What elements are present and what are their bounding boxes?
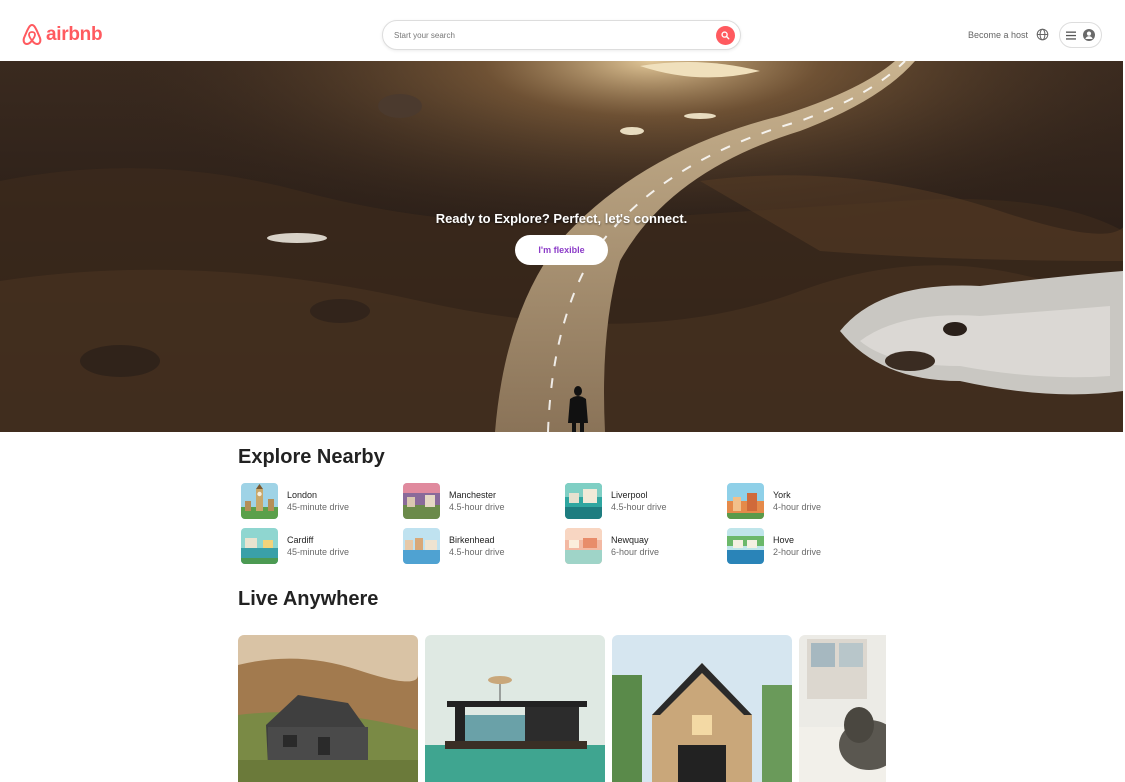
nearby-drive: 45-minute drive — [287, 546, 350, 557]
live-anywhere-heading: Live Anywhere — [238, 588, 379, 610]
menu-icon — [1066, 31, 1076, 40]
nearby-name: London — [287, 489, 318, 500]
nearby-item-liverpool[interactable]: Liverpool 4.5-hour drive — [565, 483, 725, 519]
nearby-name: Cardiff — [287, 534, 314, 545]
become-host-link[interactable]: Become a host — [968, 30, 1028, 40]
york-thumbnail — [727, 483, 764, 519]
nearby-drive: 4.5-hour drive — [611, 501, 667, 512]
floating-house-image — [425, 635, 605, 782]
london-thumbnail — [241, 483, 278, 519]
search-button[interactable] — [716, 26, 735, 45]
nearby-item-york[interactable]: York 4-hour drive — [727, 483, 887, 519]
live-anywhere-card-entire-homes[interactable] — [612, 635, 792, 782]
live-anywhere-carousel — [238, 635, 886, 782]
live-anywhere-card-unique-stays[interactable] — [425, 635, 605, 782]
nearby-drive: 45-minute drive — [287, 501, 350, 512]
hove-thumbnail — [727, 528, 764, 564]
user-avatar-icon — [1083, 29, 1095, 41]
nearby-name: Birkenhead — [449, 534, 495, 545]
cabin-hillside-image — [238, 635, 418, 782]
nearby-name: Newquay — [611, 534, 649, 545]
nearby-name: York — [773, 489, 791, 500]
airbnb-logo[interactable]: airbnb — [21, 23, 103, 46]
nearby-drive: 4.5-hour drive — [449, 546, 505, 557]
nearby-item-manchester[interactable]: Manchester 4.5-hour drive — [403, 483, 563, 519]
nearby-item-birkenhead[interactable]: Birkenhead 4.5-hour drive — [403, 528, 563, 564]
live-anywhere-card-pets-allowed[interactable] — [799, 635, 886, 782]
nearby-item-newquay[interactable]: Newquay 6-hour drive — [565, 528, 725, 564]
manchester-thumbnail — [403, 483, 440, 519]
pet-on-bed-image — [799, 635, 886, 782]
nearby-name: Manchester — [449, 489, 497, 500]
hero-title: Ready to Explore? Perfect, let's connect… — [435, 211, 688, 226]
nearby-drive: 4.5-hour drive — [449, 501, 505, 512]
nearby-name: Hove — [773, 534, 795, 545]
cardiff-thumbnail — [241, 528, 278, 564]
profile-menu-button[interactable] — [1059, 22, 1102, 48]
nearby-drive: 4-hour drive — [773, 501, 822, 512]
airbnb-logo-icon — [22, 23, 42, 46]
nearby-drive: 2-hour drive — [773, 546, 822, 557]
top-navigation: airbnb Become a host — [0, 0, 1125, 61]
hero-banner: Ready to Explore? Perfect, let's connect… — [0, 61, 1123, 432]
im-flexible-button[interactable]: I'm flexible — [515, 235, 608, 265]
search-bar[interactable] — [382, 20, 741, 50]
globe-icon — [1036, 28, 1049, 41]
nearby-item-london[interactable]: London 45-minute drive — [241, 483, 401, 519]
liverpool-thumbnail — [565, 483, 602, 519]
language-button[interactable] — [1036, 28, 1049, 46]
birkenhead-thumbnail — [403, 528, 440, 564]
search-input[interactable] — [394, 30, 704, 40]
a-frame-house-image — [612, 635, 792, 782]
newquay-thumbnail — [565, 528, 602, 564]
search-icon — [721, 31, 730, 40]
live-anywhere-card-outdoor-getaways[interactable] — [238, 635, 418, 782]
nearby-drive: 6-hour drive — [611, 546, 660, 557]
nearby-item-cardiff[interactable]: Cardiff 45-minute drive — [241, 528, 401, 564]
logo-text: airbnb — [46, 23, 103, 45]
nearby-item-hove[interactable]: Hove 2-hour drive — [727, 528, 887, 564]
nearby-name: Liverpool — [611, 489, 648, 500]
explore-nearby-heading: Explore Nearby — [238, 446, 385, 468]
